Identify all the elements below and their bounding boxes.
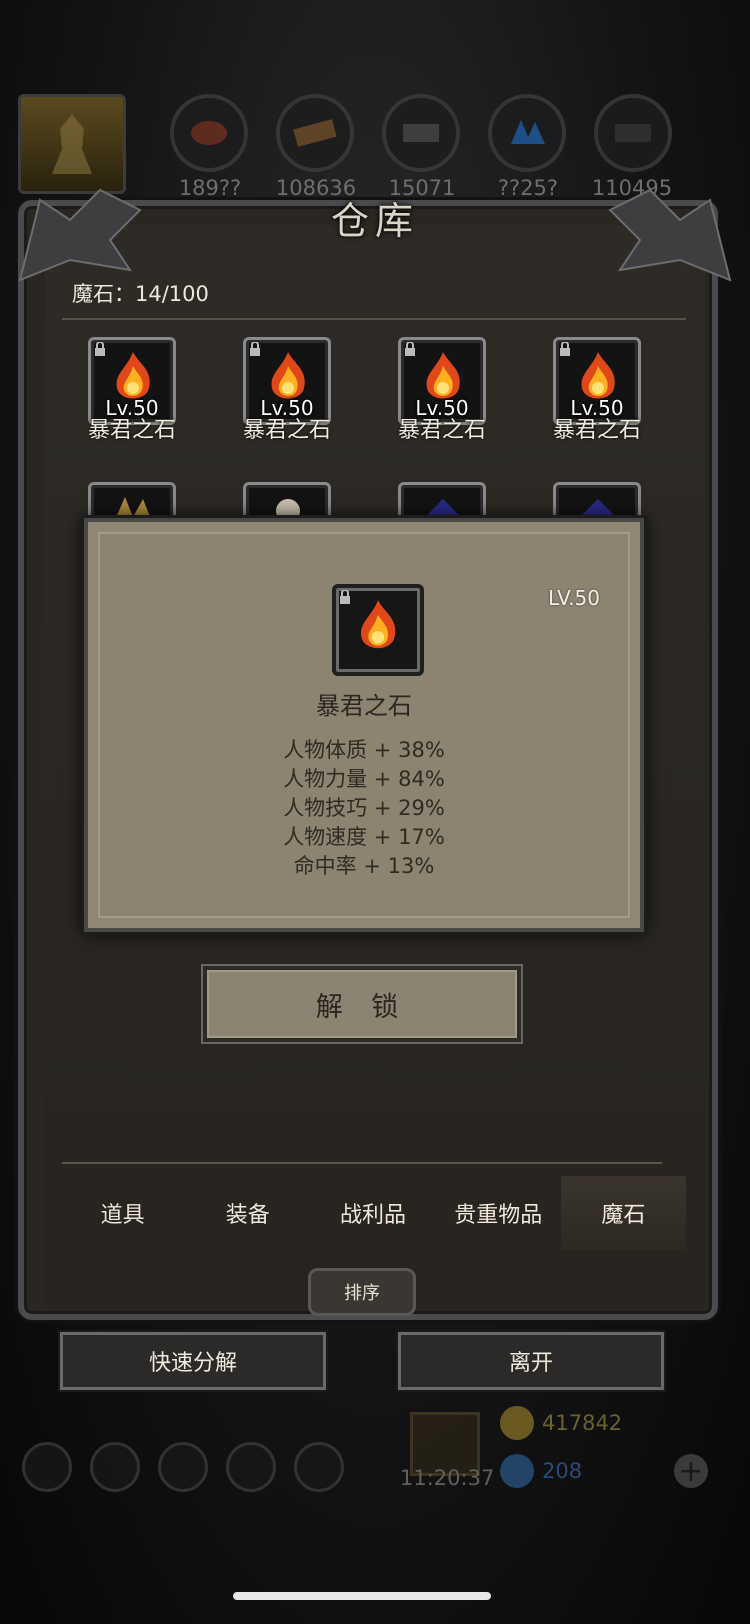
popup-item-level: LV.50 [548, 586, 600, 610]
tab-loot[interactable]: 战利品 [310, 1176, 435, 1250]
item-slot-6[interactable] [243, 482, 331, 522]
crystal-icon [511, 120, 545, 144]
item-slot-8[interactable] [553, 482, 641, 522]
dragon-ornament-left-icon [18, 188, 142, 282]
popup-item-icon [332, 584, 424, 676]
leave-button[interactable]: 离开 [398, 1332, 664, 1390]
magic-stone-count: 魔石：14/100 [72, 282, 209, 306]
quick-decompose-button[interactable]: 快速分解 [60, 1332, 326, 1390]
stat-line: 人物力量 + 84% [283, 767, 445, 791]
item-name: 暴君之石 [242, 418, 331, 443]
add-currency-button[interactable]: + [674, 1454, 708, 1489]
character-portrait[interactable] [18, 94, 126, 194]
item-detail-popup: LV.50 暴君之石 人物体质 + 38% 人物力量 + 84% 人物技巧 + … [84, 518, 644, 932]
lock-icon [405, 342, 415, 356]
category-tabs: 道具 装备 战利品 贵重物品 魔石 [60, 1176, 687, 1250]
gem-icon [500, 1454, 534, 1488]
resource-value: ??25? [497, 176, 559, 200]
clock: 11:20:37 [400, 1466, 495, 1490]
leather-icon [191, 121, 227, 145]
popup-inner: LV.50 暴君之石 人物体质 + 38% 人物力量 + 84% 人物技巧 + … [98, 532, 630, 918]
tab-items[interactable]: 道具 [60, 1176, 185, 1250]
mail-icon[interactable] [226, 1442, 276, 1492]
home-indicator[interactable] [233, 1592, 491, 1600]
resource-slot-wood [276, 94, 354, 172]
tab-valuables[interactable]: 贵重物品 [436, 1176, 561, 1250]
divider [62, 318, 686, 320]
sort-button[interactable]: 排序 [308, 1268, 416, 1316]
stat-line: 人物速度 + 17% [283, 825, 445, 849]
lock-icon [560, 342, 570, 356]
stat-line: 人物体质 + 38% [283, 738, 445, 762]
panel-title: 仓库 [330, 199, 419, 243]
item-name: 暴君之石 [552, 418, 641, 443]
gem-amount: 208 [542, 1459, 583, 1483]
resource-value: 189?? [178, 176, 242, 200]
resource-slot-leather [170, 94, 248, 172]
gem-display: 208 [500, 1454, 582, 1488]
gold-display: 417842 [500, 1406, 622, 1440]
item-name: 暴君之石 [87, 418, 176, 443]
unlock-button[interactable]: 解 锁 [203, 966, 521, 1042]
divider [62, 1162, 662, 1164]
item-slot-5[interactable] [88, 482, 176, 522]
stat-line: 人物技巧 + 29% [283, 796, 445, 820]
lock-icon [340, 590, 350, 604]
flame-stone-icon [360, 600, 396, 649]
resource-slot-iron [382, 94, 460, 172]
popup-item-name: 暴君之石 [316, 692, 412, 720]
stone-icon [615, 124, 651, 142]
iron-icon [403, 124, 439, 142]
tab-equipment[interactable]: 装备 [185, 1176, 310, 1250]
settings-icon[interactable] [22, 1442, 72, 1492]
knight-icon [52, 114, 92, 174]
lock-icon [250, 342, 260, 356]
gold-coin-icon [500, 1406, 534, 1440]
lock-icon [95, 342, 105, 356]
dragon-ornament-right-icon [608, 188, 732, 282]
map-icon[interactable] [158, 1442, 208, 1492]
item-name: 暴君之石 [397, 418, 486, 443]
popup-item-stats: 人物体质 + 38% 人物力量 + 84% 人物技巧 + 29% 人物速度 + … [100, 736, 628, 881]
resource-slot-crystal [488, 94, 566, 172]
wood-icon [293, 119, 337, 147]
handshake-icon[interactable] [294, 1442, 344, 1492]
resource-slot-stone [594, 94, 672, 172]
achievement-icon[interactable] [90, 1442, 140, 1492]
tab-magic-stones[interactable]: 魔石 [560, 1176, 687, 1250]
stat-line: 命中率 + 13% [293, 854, 435, 878]
item-slot-7[interactable] [398, 482, 486, 522]
gold-amount: 417842 [542, 1411, 623, 1435]
